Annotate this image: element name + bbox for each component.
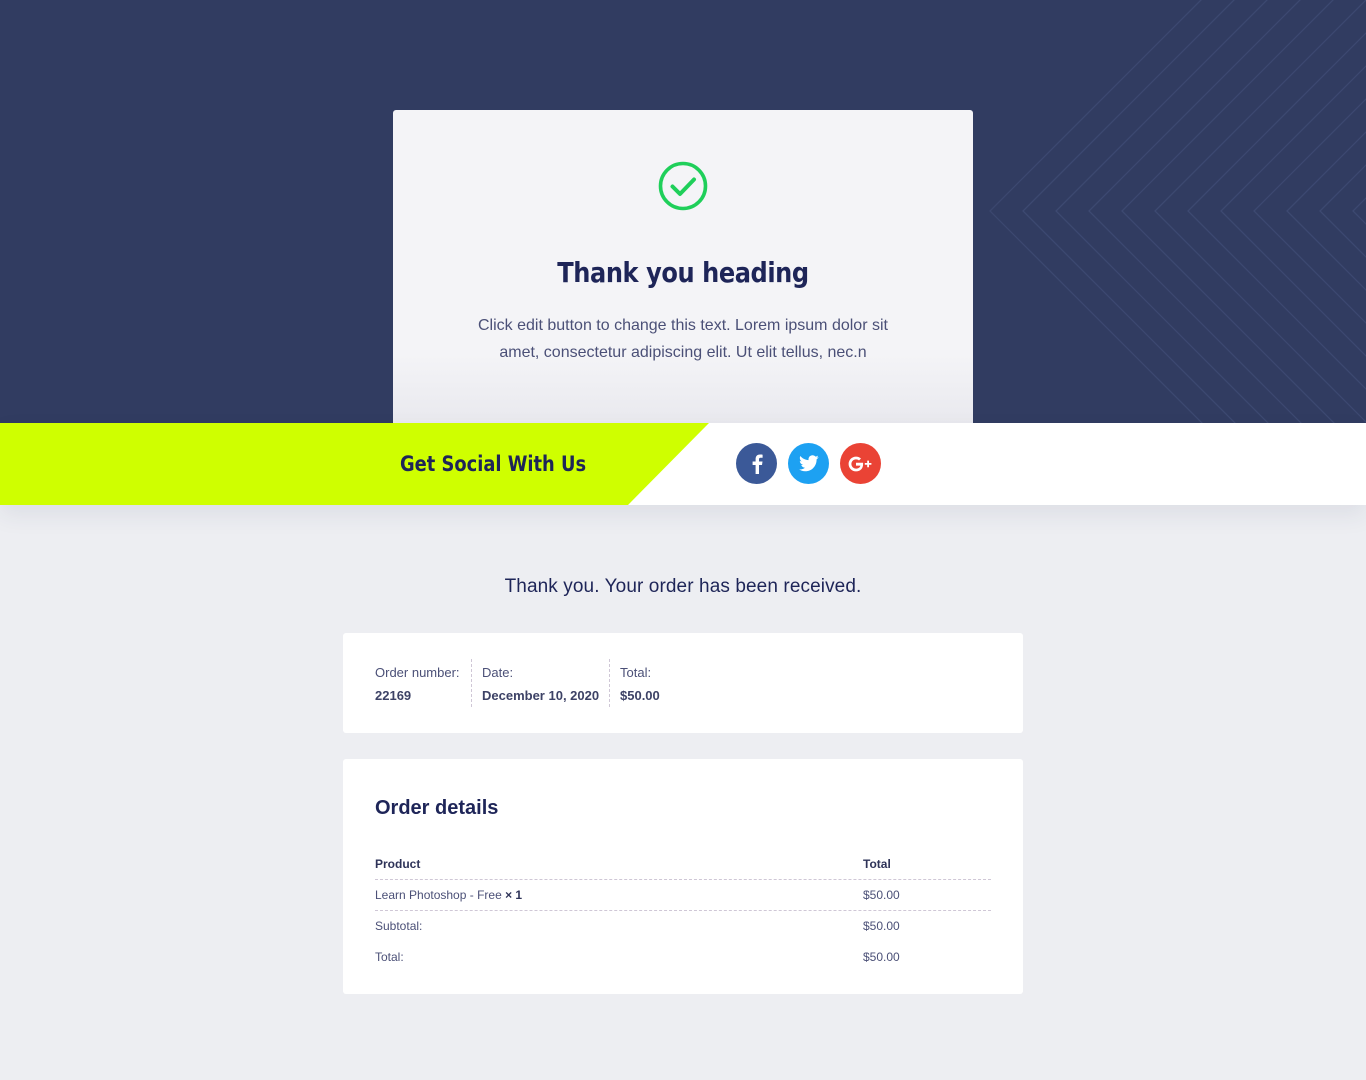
thank-you-card: Thank you heading Click edit button to c… [393, 110, 973, 423]
twitter-button[interactable] [788, 443, 829, 484]
google-plus-button[interactable] [840, 443, 881, 484]
summary-divider [471, 659, 472, 707]
google-plus-icon [848, 456, 871, 471]
thank-you-heading: Thank you heading [557, 256, 809, 289]
subtotal-value: $50.00 [863, 919, 900, 933]
hero-section: Thank you heading Click edit button to c… [0, 0, 1366, 423]
social-accent-band [0, 423, 709, 505]
total-value: $50.00 [863, 950, 900, 964]
order-details: Order details Product Total Learn Photos… [343, 759, 1023, 994]
product-total: $50.00 [863, 888, 900, 902]
table-row: Learn Photoshop - Free × 1 $50.00 [375, 880, 991, 911]
order-date-value: December 10, 2020 [482, 688, 600, 703]
order-date-item: Date: December 10, 2020 [482, 659, 599, 707]
thank-you-text: Click edit button to change this text. L… [478, 317, 888, 361]
check-circle-icon [658, 161, 708, 211]
social-title: Get Social With Us [400, 452, 587, 476]
order-total-label: Total: [620, 665, 652, 680]
twitter-icon [798, 455, 819, 472]
social-bar: Get Social With Us [0, 423, 1366, 505]
product-quantity: × 1 [505, 888, 523, 902]
order-number-item: Order number: 22169 [375, 659, 460, 707]
order-summary: Order number: 22169 Date: December 10, 2… [343, 633, 1023, 733]
facebook-icon [752, 454, 763, 474]
table-header-row: Product Total [375, 849, 991, 880]
product-link[interactable]: Learn Photoshop - Free [375, 888, 502, 902]
product-cell: Learn Photoshop - Free × 1 [375, 888, 522, 902]
order-number-label: Order number: [375, 665, 460, 680]
order-received-heading: Thank you. Your order has been received. [504, 576, 862, 597]
subtotal-label: Subtotal: [375, 919, 423, 933]
summary-divider [609, 659, 610, 707]
table-row: Subtotal: $50.00 [375, 911, 991, 942]
order-date-label: Date: [482, 665, 514, 680]
column-header-product: Product [375, 857, 421, 871]
total-label: Total: [375, 950, 404, 964]
table-row: Total: $50.00 [375, 942, 991, 973]
order-details-table: Product Total Learn Photoshop - Free × 1… [375, 849, 991, 973]
order-total-value: $50.00 [620, 688, 660, 703]
order-details-title: Order details [375, 797, 499, 819]
order-total-item: Total: $50.00 [620, 659, 660, 707]
facebook-button[interactable] [736, 443, 777, 484]
column-header-total: Total [863, 857, 891, 871]
order-number-value: 22169 [375, 688, 412, 703]
